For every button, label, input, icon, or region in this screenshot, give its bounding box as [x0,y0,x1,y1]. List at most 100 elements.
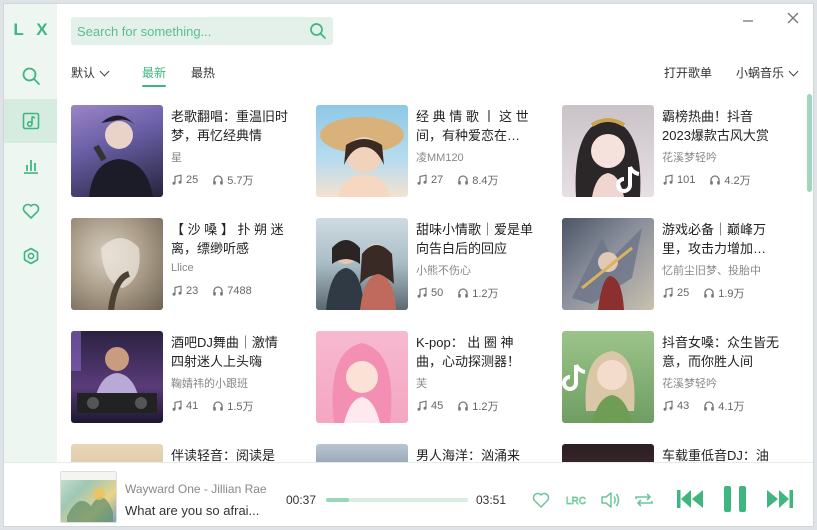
playlist-stats: 27 8.4万 [416,172,499,188]
app-logo: L X [13,20,52,39]
lyric-icon: LRC [566,496,587,508]
playlist-cover[interactable] [562,105,654,197]
player-bar: Wayward One - Jillian Rae What are you s… [4,462,813,526]
playlist-card[interactable]: 酒吧DJ舞曲｜激情四射迷人上头嗨 鞠婧祎的小跟班 41 1.5万 [71,331,311,423]
playlist-stats: 41 1.5万 [171,398,254,414]
playlist-cover[interactable] [562,218,654,310]
music-note-icon [172,400,182,411]
headphones-icon [458,288,469,298]
next-button[interactable] [765,487,795,511]
playlist-cover[interactable] [316,331,408,423]
song-count: 23 [186,285,199,297]
playlist-title: 伴读轻音：阅读是 [171,448,276,462]
headphones-icon [704,288,715,298]
playlist-card[interactable]: 霸榜热曲！抖音2023爆款古风大赏 花溪梦轻吟 101 4.2万 [562,105,802,197]
heart-icon [532,492,550,508]
sort-label: 默认 [71,66,96,80]
playlist-title: 男人海洋：汹涌来 [416,448,521,462]
playlist-cover[interactable] [316,444,408,462]
headphones-icon [458,175,469,185]
playlist-author[interactable]: Llice [171,262,291,274]
sidebar: L X [4,4,57,462]
close-button[interactable] [785,12,801,28]
playlist-cover[interactable] [316,105,408,197]
playlist-title: 【 沙 嗓 】 扑 朔 迷 离，缥缈听感 [171,222,284,256]
tab-hottest[interactable]: 最热 [191,64,215,81]
song-count: 41 [186,400,199,412]
scrollbar-thumb[interactable] [807,94,812,192]
music-note-icon [417,287,427,298]
playlist-cover[interactable] [71,444,163,462]
playlist-card[interactable]: 车载重低音DJ：油 [562,444,802,462]
playlist-cover[interactable] [71,218,163,310]
open-playlist-button[interactable]: 打开歌单 [664,64,712,81]
minimize-button[interactable] [740,12,756,28]
search-icon[interactable] [309,22,327,40]
playlist-card[interactable]: 甜味小情歌｜爱是单向告白后的回应 小熊不伤心 50 1.2万 [316,218,556,310]
close-icon [787,12,799,24]
playlist-author[interactable]: 星 [171,149,291,165]
minimize-icon [743,20,753,22]
sidebar-item-search[interactable] [4,54,57,98]
sidebar-item-favorites[interactable] [4,189,57,233]
pause-button[interactable] [721,483,749,515]
play-count: 1.5万 [227,401,254,413]
search-input[interactable] [77,23,303,39]
playlist-cover[interactable] [71,105,163,197]
chevron-down-icon [99,66,110,77]
playlist-author[interactable]: 花溪梦轻吟 [662,149,782,165]
sidebar-item-settings[interactable] [4,234,57,278]
playlist-stats: 23 7488 [171,285,252,297]
song-count: 25 [186,174,199,186]
song-count: 43 [677,400,690,412]
settings-icon [23,247,38,265]
playlist-card[interactable]: 【 沙 嗓 】 扑 朔 迷 离，缥缈听感 Llice 23 7488 [71,218,311,310]
playlist-cover[interactable] [562,331,654,423]
playlist-author[interactable]: 凌MM120 [416,149,536,165]
playlist-card[interactable]: 经 典 情 歌 丨 这 世 间，有种爱恋在… 凌MM120 27 8.4万 [316,105,556,197]
sidebar-item-leaderboard[interactable] [4,144,57,188]
progress-bar[interactable] [326,498,468,502]
playlist-author[interactable]: 忆前尘旧梦、投胎中 [662,262,782,278]
song-count: 27 [431,174,444,186]
favorite-button[interactable] [531,490,551,510]
tab-newest[interactable]: 最新 [142,64,167,87]
playlist-author[interactable]: 小熊不伤心 [416,262,536,278]
playlist-card[interactable]: 老歌翻唱：重温旧时梦，再忆经典情 星 25 5.7万 [71,105,311,197]
source-dropdown[interactable]: 小蜗音乐 [736,64,799,81]
play-count: 1.2万 [472,401,499,413]
search-icon [22,67,40,85]
music-note-icon [663,287,673,298]
music-note-icon [417,174,427,185]
headphones-icon [213,401,224,411]
playlist-cover[interactable] [71,331,163,423]
sort-dropdown[interactable]: 默认 [71,64,110,81]
lyric-button[interactable]: LRC [564,491,588,509]
heart-icon [22,203,39,219]
chart-icon [23,160,38,174]
music-note-icon [172,174,182,185]
repeat-button[interactable] [633,490,655,510]
now-playing-cover[interactable] [60,471,117,523]
playlist-title: 经 典 情 歌 丨 这 世 间，有种爱恋在… [416,109,529,143]
playlist-card[interactable]: 伴读轻音：阅读是 [71,444,311,462]
playlist-cover[interactable] [562,444,654,462]
playlist-author[interactable]: 芙 [416,375,536,391]
playlist-card[interactable]: K-pop： 出 圈 神 曲，心动探测器！ 芙 45 1.2万 [316,331,556,423]
playlist-author[interactable]: 花溪梦轻吟 [662,375,782,391]
playlist-author[interactable]: 鞠婧祎的小跟班 [171,375,291,391]
chevron-down-icon [788,66,799,77]
playlist-card[interactable]: 游戏必备｜巅峰万里，攻击力增加… 忆前尘旧梦、投胎中 25 1.9万 [562,218,802,310]
playlist-icon [22,112,39,130]
previous-button[interactable] [675,487,705,511]
playlist-card[interactable]: 男人海洋：汹涌来 [316,444,556,462]
playlist-cover[interactable] [316,218,408,310]
music-note-icon [172,285,182,296]
playlist-title: 游戏必备｜巅峰万里，攻击力增加… [662,222,767,256]
volume-button[interactable] [599,490,621,510]
sidebar-item-playlists[interactable] [4,99,57,143]
search-box[interactable] [71,17,333,45]
song-count: 50 [431,287,444,299]
playlist-card[interactable]: 抖音女嗓：众生皆无意，而你胜人间 花溪梦轻吟 43 4.1万 [562,331,802,423]
song-count: 45 [431,400,444,412]
